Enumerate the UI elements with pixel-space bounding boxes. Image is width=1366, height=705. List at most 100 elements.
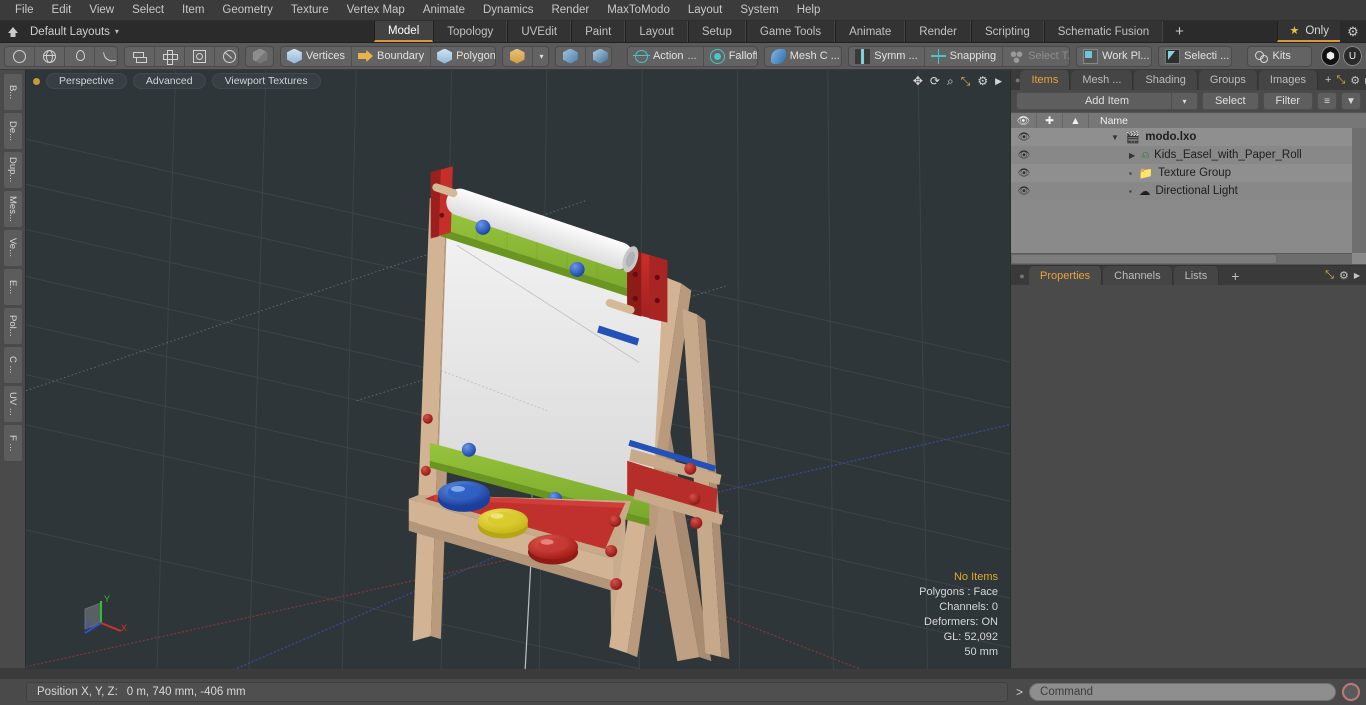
row-visibility-toggle[interactable]: 👁 [1011,150,1037,161]
pen-tool-button[interactable] [65,46,95,66]
add-tab-button[interactable]: + [1163,21,1196,42]
tab-items[interactable]: Items [1020,70,1071,90]
mesh-constraint-button[interactable]: Mesh C ... [765,47,842,66]
pan-icon[interactable]: ✥ [913,75,923,87]
list-options-icon[interactable]: ≡ [1317,92,1337,110]
item-edge-button[interactable] [503,46,533,66]
item-row-scene[interactable]: ▼ 🎬 modo.lxo [1089,130,1196,144]
items-tree-vertical-scrollbar[interactable] [1352,128,1366,253]
tab-properties[interactable]: Properties [1029,266,1103,285]
snapping-button[interactable]: Snapping [925,46,1004,66]
table-row[interactable]: 👁 ▪ 📁 Texture Group [1011,164,1366,182]
items-tree-horizontal-scrollbar[interactable] [1011,253,1352,264]
row-visibility-toggle[interactable]: 👁 [1011,186,1037,197]
maximize-panel-icon[interactable]: ⤡ [1325,269,1334,282]
item-mode-button[interactable] [246,47,273,66]
selection-set-button[interactable]: Selecti ... [1159,47,1231,66]
shader-preview-b-button[interactable] [586,47,612,66]
row-visibility-toggle[interactable]: 👁 [1011,168,1037,179]
viewport-shading-button[interactable]: Advanced [132,73,206,89]
zoom-icon[interactable]: ⌕ [947,75,954,87]
rotate-icon[interactable]: ⟳ [930,75,940,87]
fit-icon[interactable]: ⤡ [961,75,971,87]
left-tab-duplicate[interactable]: Dup... [2,151,23,189]
left-tab-edge[interactable]: E... [2,268,23,306]
left-tab-mesh[interactable]: Mes... [2,190,23,228]
gear-icon[interactable]: ⚙ [1340,21,1366,42]
item-row-texture-group[interactable]: ▪ 📁 Texture Group [1089,166,1231,180]
menu-item-texture[interactable]: Texture [282,1,338,19]
action-center-button[interactable]: Action ... [628,46,704,66]
curve-tool-button[interactable] [95,47,117,66]
disclosure-triangle-icon[interactable]: ▶ [1129,151,1135,160]
filter-button[interactable]: Filter [1262,92,1313,110]
panel-settings-icon[interactable]: ⚙ [1350,74,1360,87]
scrollbar-thumb[interactable] [1011,254,1277,264]
falloff-button[interactable]: Falloff [704,47,757,66]
vertices-mode-button[interactable]: Vertices [281,46,352,66]
select-button[interactable]: Select [1201,92,1259,110]
menu-item-maxtomodo[interactable]: MaxToModo [598,1,679,19]
menu-item-item[interactable]: Item [173,1,213,19]
default-layouts-dropdown[interactable]: Default Layouts ▾ [26,21,129,42]
disc-tool-button[interactable] [215,47,237,66]
add-panel-tab-icon[interactable]: + [1325,74,1331,86]
table-row[interactable]: 👁 ▪ ☁ Directional Light [1011,182,1366,200]
tab-lists[interactable]: Lists [1173,266,1220,285]
item-row-directional-light[interactable]: ▪ ☁ Directional Light [1089,184,1238,198]
add-properties-tab-button[interactable]: + [1220,266,1250,285]
table-row[interactable]: 👁 ▼ 🎬 modo.lxo [1011,128,1366,146]
menu-item-view[interactable]: View [80,1,123,19]
item-mode-dropdown[interactable]: ▾ [533,47,548,66]
polygons-mode-button[interactable]: Polygons [431,47,495,66]
chevron-down-icon[interactable]: ▾ [1170,92,1197,110]
axis-gizmo[interactable]: Y X Z [71,591,131,646]
menu-item-edit[interactable]: Edit [43,1,81,19]
menu-item-animate[interactable]: Animate [414,1,474,19]
menu-item-help[interactable]: Help [788,1,830,19]
stack-tool-button[interactable] [125,46,156,66]
left-tab-polygon[interactable]: Pol... [2,307,23,345]
disclosure-triangle-icon[interactable]: ▼ [1111,133,1119,142]
tab-mesh[interactable]: Mesh ... [1071,70,1134,90]
tab-paint[interactable]: Paint [571,21,626,42]
circle-primitive-button[interactable] [5,46,35,66]
filter-funnel-icon[interactable]: ▼ [1341,92,1361,110]
menu-item-render[interactable]: Render [542,1,598,19]
menu-item-geometry[interactable]: Geometry [213,1,282,19]
menu-item-select[interactable]: Select [123,1,173,19]
kits-button[interactable]: Kits [1248,47,1312,66]
items-tree[interactable]: 👁 ▼ 🎬 modo.lxo 👁 ▶ ⍝ Kids_Easel_with_Pap… [1011,128,1366,265]
menu-item-file[interactable]: File [6,1,43,19]
viewport-3d[interactable]: Perspective Advanced Viewport Textures ✥… [26,70,1010,670]
tab-scripting[interactable]: Scripting [970,21,1044,42]
left-tab-curve[interactable]: C ... [2,346,23,384]
add-item-button[interactable]: Add Item ▾ [1016,92,1198,110]
command-input[interactable]: Command [1029,683,1336,701]
tab-setup[interactable]: Setup [687,21,746,42]
panel-more-icon[interactable]: ▶ [1354,271,1360,280]
sphere-primitive-button[interactable] [35,46,65,66]
viewport-perspective-button[interactable]: Perspective [46,73,127,89]
viewport-textures-button[interactable]: Viewport Textures [211,73,321,89]
tab-schematic-fusion[interactable]: Schematic Fusion [1043,21,1164,42]
tab-channels[interactable]: Channels [1103,266,1173,285]
row-visibility-toggle[interactable]: 👁 [1011,132,1037,143]
left-tab-deform[interactable]: De... [2,112,23,150]
menu-item-dynamics[interactable]: Dynamics [474,1,542,19]
tab-model[interactable]: Model [373,21,434,42]
viewport-canvas[interactable] [26,70,1010,670]
command-record-button[interactable] [1342,683,1360,701]
square-circle-button[interactable] [185,46,216,66]
boundary-mode-button[interactable]: Boundary [352,46,432,66]
panel-settings-icon[interactable]: ⚙ [1339,269,1349,282]
viewport-more-icon[interactable]: ▶ [995,76,1002,86]
unreal-logo-button[interactable]: U [1343,46,1362,66]
tab-game-tools[interactable]: Game Tools [745,21,836,42]
left-tab-basic[interactable]: B... [2,73,23,111]
viewport-settings-icon[interactable]: ⚙ [977,75,988,87]
table-row[interactable]: 👁 ▶ ⍝ Kids_Easel_with_Paper_Roll [1011,146,1366,164]
only-toggle-button[interactable]: ★ Only [1277,21,1340,42]
left-tab-fusion[interactable]: F ... [2,424,23,462]
shader-preview-a-button[interactable] [556,46,586,66]
